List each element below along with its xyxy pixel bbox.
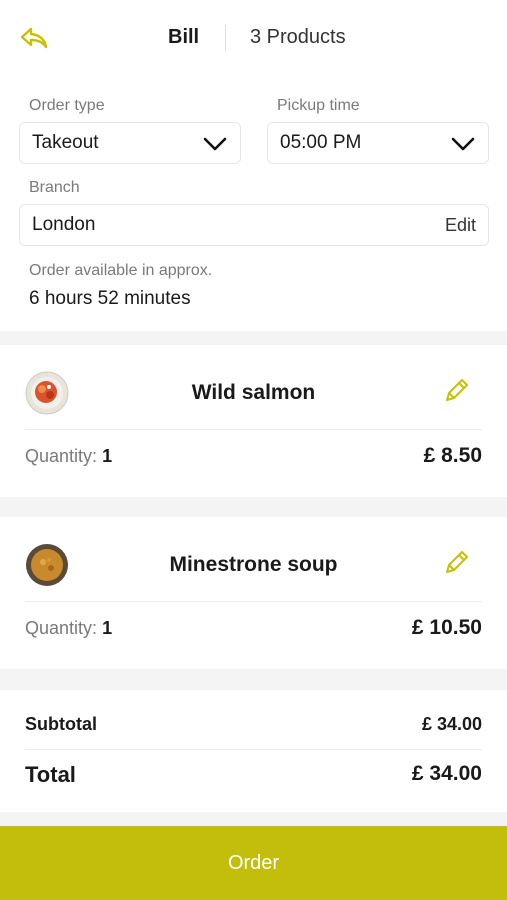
pickup-time-select[interactable]: 05:00 PM [267, 122, 489, 164]
quantity-label: Quantity: [25, 618, 98, 638]
branch-value: London [32, 214, 96, 235]
pickup-time-label: Pickup time [277, 97, 360, 114]
branch-label: Branch [29, 179, 80, 196]
total-value: £ 34.00 [411, 762, 482, 785]
order-type-value: Takeout [32, 132, 99, 153]
page-title: Bill [168, 26, 200, 48]
branch-edit-button[interactable]: Edit [445, 215, 476, 236]
pencil-edit-icon[interactable] [442, 375, 472, 405]
product-quantity: Quantity: 1 [25, 446, 112, 467]
divider [25, 429, 482, 430]
availability-value: 6 hours 52 minutes [29, 288, 191, 309]
quantity-label: Quantity: [25, 446, 98, 466]
subtotal-label: Subtotal [25, 714, 97, 734]
product-image [25, 543, 69, 587]
back-button[interactable] [18, 24, 50, 52]
quantity-value: 1 [102, 446, 113, 466]
subtotal-value: £ 34.00 [421, 714, 482, 734]
branch-field: London Edit [19, 204, 489, 246]
product-name: Minestrone soup [169, 553, 338, 576]
product-price: £ 10.50 [411, 616, 482, 639]
order-type-label: Order type [29, 97, 105, 114]
order-summary: Subtotal £ 34.00 Total £ 34.00 [0, 690, 507, 812]
header-divider [225, 25, 226, 51]
total-label: Total [25, 762, 76, 787]
pickup-time-value: 05:00 PM [280, 132, 362, 153]
divider [25, 749, 482, 750]
product-card: Wild salmon Quantity: 1 £ 8.50 [0, 345, 507, 497]
product-card: Minestrone soup Quantity: 1 £ 10.50 [0, 517, 507, 669]
quantity-value: 1 [102, 618, 113, 638]
divider [25, 601, 482, 602]
back-icon [20, 27, 48, 49]
order-info-section: Order type Pickup time Takeout 05:00 PM … [0, 76, 507, 331]
product-image [25, 371, 69, 415]
order-type-select[interactable]: Takeout [19, 122, 241, 164]
pencil-edit-icon[interactable] [442, 547, 472, 577]
product-quantity: Quantity: 1 [25, 618, 112, 639]
order-button[interactable]: Order [0, 826, 507, 900]
header: Bill 3 Products [0, 0, 507, 76]
availability-label: Order available in approx. [29, 262, 213, 279]
product-name: Wild salmon [191, 381, 316, 404]
chevron-down-icon [203, 137, 227, 151]
product-count: 3 Products [250, 26, 346, 48]
chevron-down-icon [451, 137, 475, 151]
product-price: £ 8.50 [423, 444, 482, 467]
